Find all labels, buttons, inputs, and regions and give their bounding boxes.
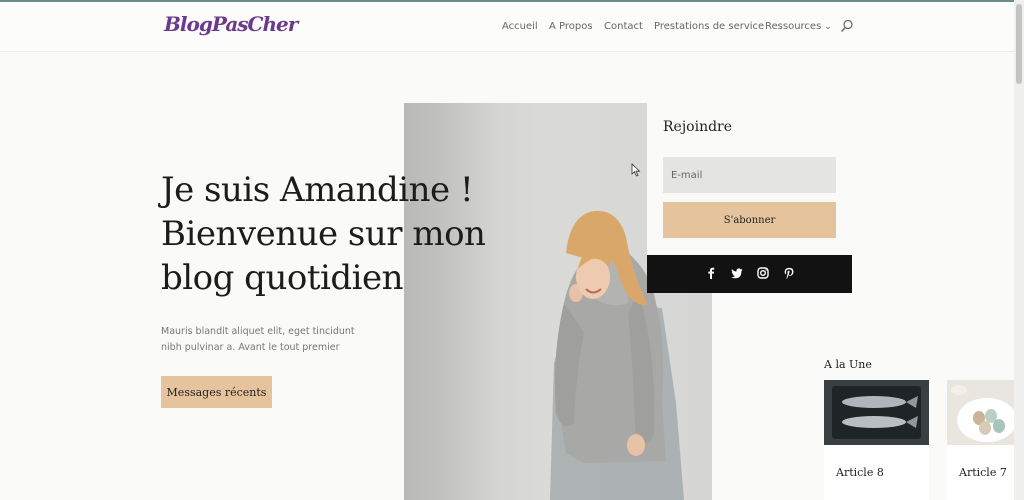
nav-item-accueil[interactable]: Accueil (502, 21, 538, 32)
article-thumbnail (824, 380, 929, 445)
nav-item-ressources[interactable]: Ressources ⌄ (765, 21, 832, 32)
pinterest-icon[interactable] (782, 266, 796, 280)
article-card[interactable]: Article 7 (947, 380, 1014, 500)
social-bar (647, 255, 852, 293)
subscribe-box: Rejoindre S'abonner (647, 103, 852, 255)
search-icon[interactable] (840, 19, 854, 33)
nav-item-contact[interactable]: Contact (604, 21, 643, 32)
facebook-icon[interactable] (704, 266, 718, 280)
chevron-down-icon: ⌄ (824, 22, 832, 32)
hero-title-line: Je suis Amandine ! (161, 170, 474, 210)
site-logo[interactable]: BlogPasCher (164, 12, 298, 36)
site-header: BlogPasCher Accueil A Propos Contact Pre… (0, 2, 1014, 52)
article-card[interactable]: Article 8 (824, 380, 929, 500)
nav-item-prestations[interactable]: Prestations de service (654, 21, 764, 32)
article-title[interactable]: Article 7 (959, 466, 1007, 479)
nav-item-ressources-label: Ressources (765, 21, 822, 32)
article-thumbnail (947, 380, 1014, 445)
hero-title-line: blog quotidien (161, 258, 404, 298)
hero-title-line: Bienvenue sur mon (161, 214, 486, 254)
featured-heading: A la Une (824, 358, 872, 371)
mouse-cursor-icon (631, 163, 641, 177)
hero-description: Mauris blandit aliquet elit, eget tincid… (161, 326, 355, 353)
article-title[interactable]: Article 8 (836, 466, 884, 479)
photo-shadow (404, 103, 494, 500)
instagram-icon[interactable] (756, 266, 770, 280)
recent-posts-button[interactable]: Messages récents (161, 376, 272, 408)
subscribe-button[interactable]: S'abonner (663, 202, 836, 238)
nav-item-a-propos[interactable]: A Propos (549, 21, 593, 32)
twitter-icon[interactable] (730, 266, 744, 280)
scrollbar-thumb[interactable] (1016, 4, 1022, 84)
hero-title: Je suis Amandine ! Bienvenue sur mon blo… (161, 168, 501, 300)
email-field[interactable] (663, 157, 836, 193)
subscribe-title: Rejoindre (663, 119, 733, 135)
